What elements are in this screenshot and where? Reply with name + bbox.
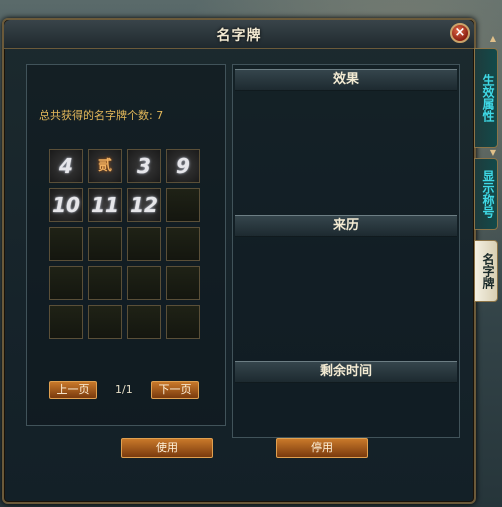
- prev-page-button[interactable]: 上一页: [49, 381, 97, 399]
- name-badge-icon: 3: [137, 154, 151, 178]
- name-badge-icon: 9: [176, 154, 190, 178]
- badge-slot[interactable]: [49, 227, 83, 261]
- badge-slot[interactable]: [166, 188, 200, 222]
- name-badge-dialog: 名字牌 × 总共获得的名字牌个数: 7 4 贰 3 9 10 11 12 上一页 1/1 下…: [2, 18, 476, 504]
- badge-slot[interactable]: 10: [49, 188, 83, 222]
- source-header: 来历: [235, 215, 457, 237]
- badge-slot[interactable]: [127, 305, 161, 339]
- name-badge-icon: 10: [52, 193, 80, 217]
- close-button[interactable]: ×: [450, 23, 470, 43]
- dialog-titlebar[interactable]: 名字牌 ×: [4, 20, 474, 49]
- name-badge-icon: 贰: [98, 158, 112, 174]
- name-badge-icon: 4: [59, 154, 73, 178]
- badge-slot[interactable]: 12: [127, 188, 161, 222]
- tab-scroll-down-icon[interactable]: ▼: [487, 148, 499, 158]
- badge-slot[interactable]: 9: [166, 149, 200, 183]
- badge-slot[interactable]: [166, 266, 200, 300]
- side-tab-label: 生效属性: [481, 74, 495, 122]
- badge-slot[interactable]: [127, 227, 161, 261]
- side-tab-effect-attributes[interactable]: 生效属性: [474, 48, 498, 148]
- badge-slot[interactable]: [49, 266, 83, 300]
- badge-slot[interactable]: 贰: [88, 149, 122, 183]
- badge-slot[interactable]: [88, 227, 122, 261]
- badge-slot[interactable]: [88, 305, 122, 339]
- use-button[interactable]: 使用: [121, 438, 213, 458]
- name-badge-icon: 12: [130, 193, 158, 217]
- remaining-time-header: 剩余时间: [235, 361, 457, 383]
- effect-header: 效果: [235, 69, 457, 91]
- name-badge-icon: 11: [91, 193, 119, 217]
- badge-slot[interactable]: [166, 305, 200, 339]
- side-tab-name-badge[interactable]: 名字牌: [474, 240, 498, 302]
- badge-slot[interactable]: 11: [88, 188, 122, 222]
- tab-scroll-up-icon[interactable]: ▲: [487, 34, 499, 44]
- disable-button[interactable]: 停用: [276, 438, 368, 458]
- badge-slot[interactable]: 4: [49, 149, 83, 183]
- badge-collection-panel: 总共获得的名字牌个数: 7 4 贰 3 9 10 11 12 上一页 1/1 下一页: [26, 64, 226, 426]
- badge-details-panel: 效果 来历 剩余时间: [232, 64, 460, 438]
- badge-slot[interactable]: [166, 227, 200, 261]
- side-tab-label: 显示称号: [481, 170, 495, 218]
- badge-slot[interactable]: 3: [127, 149, 161, 183]
- side-tab-label: 名字牌: [481, 253, 495, 289]
- badge-slot[interactable]: [127, 266, 161, 300]
- side-tab-display-title[interactable]: 显示称号: [474, 158, 498, 230]
- page-indicator: 1/1: [115, 383, 133, 396]
- next-page-button[interactable]: 下一页: [151, 381, 199, 399]
- dialog-title: 名字牌: [216, 28, 262, 44]
- badge-count-label: 总共获得的名字牌个数: 7: [39, 109, 164, 122]
- badge-slot[interactable]: [49, 305, 83, 339]
- badge-slot[interactable]: [88, 266, 122, 300]
